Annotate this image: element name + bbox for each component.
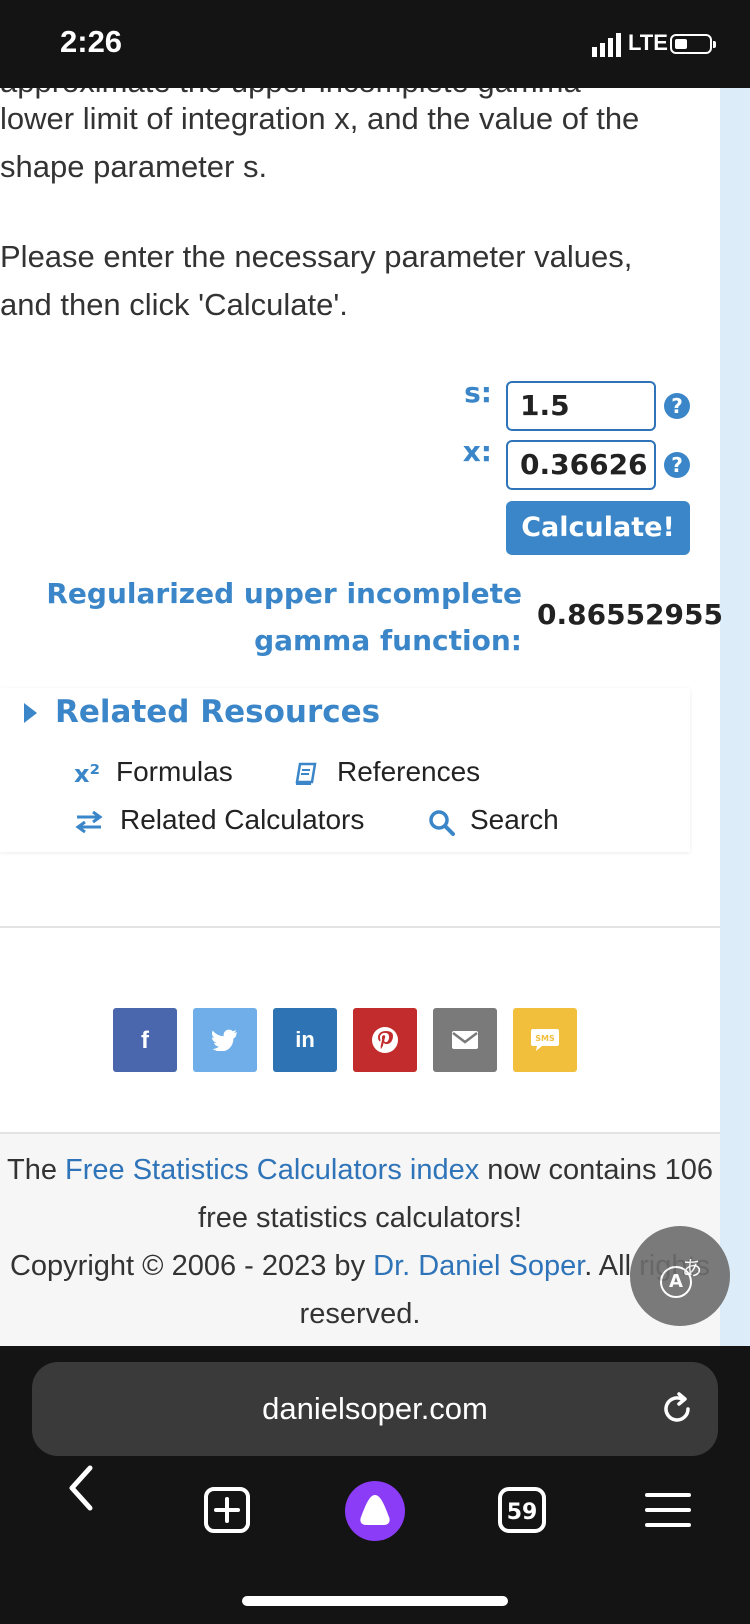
sms-label: SMS: [535, 1034, 555, 1043]
linkedin-icon: in: [295, 1027, 315, 1052]
search-link[interactable]: Search: [470, 804, 559, 836]
twitter-share-button[interactable]: [193, 1008, 257, 1072]
status-time: 2:26: [60, 24, 123, 59]
author-link[interactable]: Dr. Daniel Soper: [373, 1250, 584, 1282]
divider: [0, 926, 720, 928]
result-label-line-2: gamma function:: [254, 624, 522, 657]
footer-reserved: reserved.: [299, 1298, 421, 1330]
footer: The Free Statistics Calculators index no…: [0, 1134, 720, 1346]
footer-index-line: The Free Statistics Calculators index no…: [0, 1146, 720, 1194]
footer-copyright-line: Copyright © 2006 - 2023 by Dr. Daniel So…: [0, 1242, 720, 1290]
menu-icon[interactable]: [644, 1490, 692, 1530]
calculate-button[interactable]: Calculate!: [506, 501, 690, 555]
s-help-icon[interactable]: ?: [664, 393, 690, 419]
copyright-prefix: Copyright © 2006 - 2023 by: [9, 1250, 374, 1282]
x-label: x:: [462, 435, 492, 468]
translate-glyph-icon: あ: [682, 1256, 702, 1280]
result-label-line-1: Regularized upper incomplete: [46, 577, 522, 610]
calculators-index-link[interactable]: Free Statistics Calculators index: [65, 1154, 479, 1186]
battery-icon: [670, 34, 716, 54]
intro-line-3: Please enter the necessary parameter val…: [0, 239, 633, 274]
back-icon[interactable]: [66, 1462, 98, 1514]
facebook-share-button[interactable]: f: [113, 1008, 177, 1072]
web-page[interactable]: approximate the upper incomplete gamma l…: [0, 88, 750, 1346]
new-tab-icon[interactable]: [203, 1486, 251, 1534]
address-bar[interactable]: danielsoper.com: [32, 1362, 718, 1456]
formulas-icon: x²: [74, 760, 100, 788]
tab-count: 59: [507, 1500, 538, 1525]
email-share-button[interactable]: [433, 1008, 497, 1072]
related-resources-title[interactable]: Related Resources: [55, 694, 380, 730]
browser-bottom-bar: danielsoper.com 59: [0, 1346, 750, 1624]
twitter-icon: [212, 1029, 237, 1052]
pinterest-share-button[interactable]: [353, 1008, 417, 1072]
related-calculators-link[interactable]: Related Calculators: [120, 804, 364, 836]
book-icon: [295, 762, 317, 785]
x-help-icon[interactable]: ?: [664, 452, 690, 478]
status-bar: 2:26 LTE: [0, 0, 750, 88]
page-content: approximate the upper incomplete gamma l…: [0, 88, 723, 1346]
s-label: s:: [464, 376, 492, 409]
intro-line-4: and then click 'Calculate'.: [0, 287, 348, 322]
footer-the: The: [6, 1154, 66, 1186]
url-text: danielsoper.com: [262, 1391, 488, 1426]
expand-triangle-icon[interactable]: [24, 703, 37, 723]
formulas-link[interactable]: Formulas: [116, 756, 233, 788]
linkedin-share-button[interactable]: in: [273, 1008, 337, 1072]
sms-icon: SMS: [531, 1029, 559, 1051]
s-input[interactable]: 1.5: [506, 381, 656, 431]
swap-arrows-icon: [75, 810, 103, 834]
footer-contains: now contains 106: [479, 1154, 714, 1186]
network-label: LTE: [628, 30, 668, 55]
page-side-strip: [720, 88, 750, 1346]
translate-button[interactable]: A あ: [630, 1226, 730, 1326]
envelope-icon: [452, 1031, 478, 1049]
result-label: Regularized upper incomplete gamma funct…: [40, 570, 522, 664]
reload-icon[interactable]: [660, 1392, 694, 1426]
home-indicator: [242, 1596, 508, 1606]
result-value: 0.86552955: [537, 598, 723, 631]
pinterest-icon: [372, 1027, 398, 1053]
intro-line-1: lower limit of integration x, and the va…: [0, 101, 640, 136]
sms-share-button[interactable]: SMS: [513, 1008, 577, 1072]
intro-line-2: shape parameter s.: [0, 149, 268, 184]
tabs-icon[interactable]: 59: [497, 1486, 547, 1534]
assistant-icon[interactable]: [344, 1480, 406, 1542]
related-resources-panel: Related Resources x² Formulas References…: [0, 688, 690, 852]
references-link[interactable]: References: [337, 756, 480, 788]
facebook-icon: f: [141, 1027, 149, 1054]
signal-icon: [592, 33, 621, 57]
x-input[interactable]: 0.36626: [506, 440, 656, 490]
footer-free-line: free statistics calculators!: [198, 1202, 522, 1234]
search-icon: [429, 810, 455, 836]
